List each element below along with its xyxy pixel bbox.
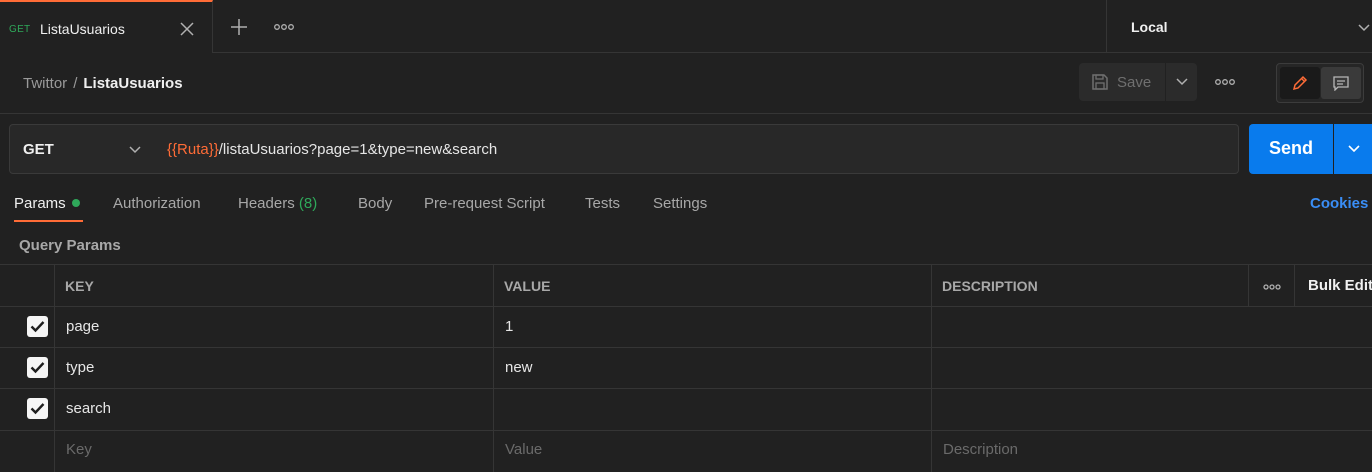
tab-body[interactable]: Body [358,195,392,212]
table-row [0,306,1372,346]
tab-authorization[interactable]: Authorization [113,195,201,212]
method-label: GET [23,141,54,158]
pencil-icon [1292,75,1308,91]
request-tab[interactable]: GET ListaUsuarios [0,0,213,53]
breadcrumb-request-name[interactable]: ListaUsuarios [83,75,182,92]
new-description-input[interactable]: Description [943,441,1018,458]
params-active-dot [71,199,80,207]
row-checkbox[interactable] [27,357,48,378]
view-toggle [1276,63,1364,103]
send-button[interactable]: Send [1249,124,1333,174]
chevron-down-icon [1357,22,1371,32]
comment-icon [1333,76,1349,91]
url-variable: {{Ruta}} [167,141,219,158]
more-icon[interactable] [274,21,294,33]
table-row [0,388,1372,428]
save-label: Save [1117,74,1152,91]
send-button-group: Send [1249,124,1372,174]
more-icon[interactable] [1214,76,1236,88]
save-icon [1091,73,1109,91]
check-icon [30,321,45,333]
request-header: Twittor / ListaUsuarios Save [0,53,1372,114]
method-select[interactable]: GET [9,124,154,174]
tab-params[interactable]: Params [14,195,80,212]
column-divider [1248,264,1249,306]
param-key[interactable]: search [66,400,111,417]
breadcrumb-separator: / [73,75,78,92]
tab-method-badge: GET [9,24,31,35]
send-label: Send [1269,138,1314,158]
param-value[interactable]: 1 [505,318,513,335]
row-checkbox[interactable] [27,398,48,419]
chevron-down-icon [1176,78,1188,86]
save-options-dropdown[interactable] [1166,63,1197,101]
environment-select[interactable]: Local [1106,0,1372,53]
comments-button[interactable] [1321,67,1361,99]
table-row [0,347,1372,387]
param-key[interactable]: page [66,318,99,335]
tab-pre-request-script[interactable]: Pre-request Script [424,195,545,212]
breadcrumb-collection[interactable]: Twittor [23,75,67,92]
param-value[interactable]: new [505,359,533,376]
column-header-value: VALUE [504,278,551,294]
query-params-table: KEY VALUE DESCRIPTION Bulk Edit page 1 t… [0,264,1372,472]
send-options-dropdown[interactable] [1334,124,1372,174]
chevron-down-icon [1348,145,1360,153]
column-header-description: DESCRIPTION [942,278,1038,294]
tab-title: ListaUsuarios [40,21,125,37]
row-checkbox[interactable] [27,316,48,337]
url-input[interactable]: {{Ruta}}/listaUsuarios?page=1&type=new&s… [153,124,1239,174]
url-text: {{Ruta}}/listaUsuarios?page=1&type=new&s… [167,141,497,158]
param-key[interactable]: type [66,359,94,376]
tab-settings[interactable]: Settings [653,195,707,212]
tab-params-label: Params [14,195,66,212]
check-icon [30,362,45,374]
tab-headers[interactable]: Headers (8) [238,195,317,212]
breadcrumb: Twittor / ListaUsuarios [23,75,183,92]
plus-icon[interactable] [229,17,249,37]
close-icon[interactable] [179,21,195,37]
chevron-down-icon [128,145,142,155]
cookies-link[interactable]: Cookies [1310,195,1368,212]
new-key-input[interactable]: Key [66,441,92,458]
save-button[interactable]: Save [1079,63,1165,101]
column-header-key: KEY [65,278,94,294]
check-icon [30,403,45,415]
new-value-input[interactable]: Value [505,441,542,458]
headers-count: (8) [298,195,318,212]
active-tab-indicator [14,220,83,222]
table-divider [0,264,1372,265]
tab-tests[interactable]: Tests [585,195,620,212]
query-params-title: Query Params [19,237,121,254]
tab-strip: GET ListaUsuarios Local [0,0,1372,53]
table-row-new [0,430,1372,470]
tab-headers-label: Headers [238,195,295,212]
more-icon[interactable] [1263,282,1281,292]
column-divider [1294,264,1295,306]
save-button-group: Save [1079,63,1197,101]
edit-mode-button[interactable] [1280,67,1320,99]
bulk-edit-button[interactable]: Bulk Edit [1308,277,1372,294]
url-path: /listaUsuarios?page=1&type=new&search [218,141,498,158]
environment-label: Local [1131,19,1168,35]
